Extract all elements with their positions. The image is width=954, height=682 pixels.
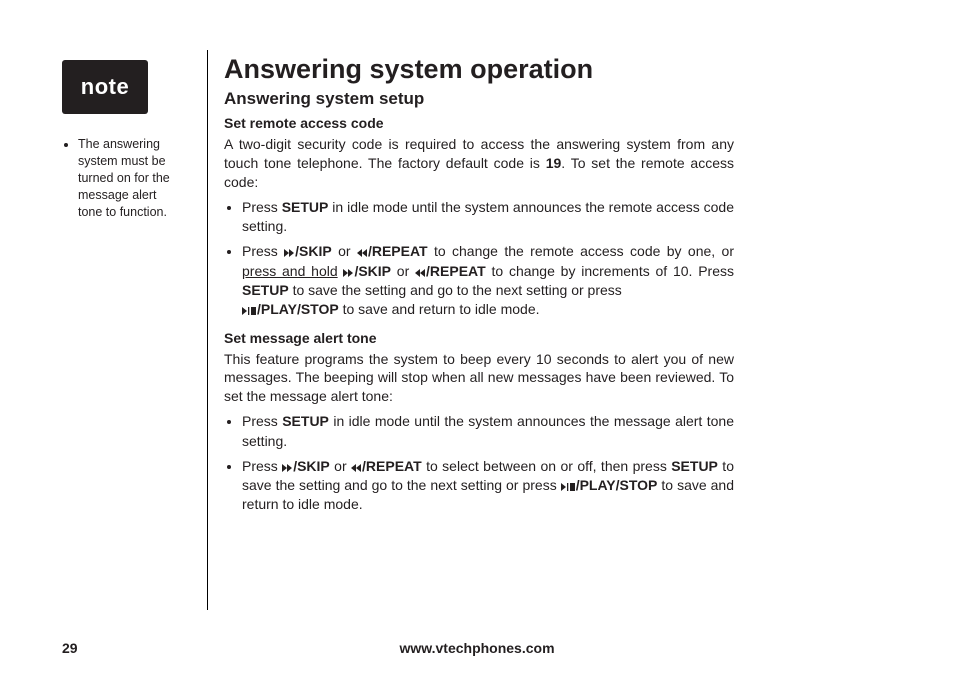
list-remote-steps: Press SETUP in idle mode until the syste…	[224, 198, 734, 320]
text: Press	[242, 458, 282, 474]
text: Press	[242, 199, 282, 215]
vertical-divider	[207, 50, 208, 610]
rewind-icon	[357, 249, 368, 257]
section-subtitle: Answering system setup	[224, 89, 734, 109]
sidebar-note-item: The answering system must be turned on f…	[78, 136, 172, 220]
key-setup: SETUP	[282, 413, 329, 429]
sidebar-note-list: The answering system must be turned on f…	[62, 136, 172, 220]
key-setup: SETUP	[671, 458, 718, 474]
fast-forward-icon	[282, 464, 293, 472]
text: to change the remote access code by one,…	[428, 243, 734, 259]
key-setup: SETUP	[242, 282, 289, 298]
rewind-icon	[351, 464, 362, 472]
list-item: Press /SKIP or /REPEAT to change the rem…	[242, 242, 734, 319]
rewind-icon	[415, 269, 426, 277]
play-stop-icon	[561, 483, 576, 491]
text: or	[330, 458, 351, 474]
text: to save and return to idle mode.	[339, 301, 540, 317]
footer-url: www.vtechphones.com	[0, 640, 954, 656]
text: or	[391, 263, 415, 279]
fast-forward-icon	[343, 269, 354, 277]
paragraph-alert-intro: This feature programs the system to beep…	[224, 350, 734, 407]
key-skip: /SKIP	[295, 243, 332, 259]
paragraph-remote-intro: A two-digit security code is required to…	[224, 135, 734, 192]
key-playstop: /PLAY/STOP	[576, 477, 658, 493]
sidebar-note-column: note The answering system must be turned…	[62, 60, 172, 226]
text: Press	[242, 413, 282, 429]
main-content: Answering system operation Answering sys…	[224, 54, 734, 525]
text: to save the setting and go to the next s…	[289, 282, 622, 298]
heading-set-alert-tone: Set message alert tone	[224, 330, 734, 346]
note-badge: note	[62, 60, 148, 114]
text: Press	[242, 243, 284, 259]
key-repeat: /REPEAT	[368, 243, 428, 259]
key-repeat: /REPEAT	[426, 263, 486, 279]
page-title: Answering system operation	[224, 54, 734, 85]
text: to select between on or off, then press	[422, 458, 672, 474]
play-stop-icon	[242, 307, 257, 315]
key-skip: /SKIP	[354, 263, 391, 279]
list-item: Press SETUP in idle mode until the syste…	[242, 412, 734, 451]
key-playstop: /PLAY/STOP	[257, 301, 339, 317]
list-alert-steps: Press SETUP in idle mode until the syste…	[224, 412, 734, 515]
key-repeat: /REPEAT	[362, 458, 422, 474]
text: or	[332, 243, 357, 259]
manual-page: note The answering system must be turned…	[0, 0, 954, 682]
key-skip: /SKIP	[293, 458, 330, 474]
list-item: Press /SKIP or /REPEAT to select between…	[242, 457, 734, 515]
text: to change by increments of 10. Press	[486, 263, 734, 279]
default-code: 19	[546, 155, 562, 171]
text-underline: press and hold	[242, 263, 338, 279]
heading-set-remote-code: Set remote access code	[224, 115, 734, 131]
fast-forward-icon	[284, 249, 295, 257]
key-setup: SETUP	[282, 199, 329, 215]
list-item: Press SETUP in idle mode until the syste…	[242, 198, 734, 237]
